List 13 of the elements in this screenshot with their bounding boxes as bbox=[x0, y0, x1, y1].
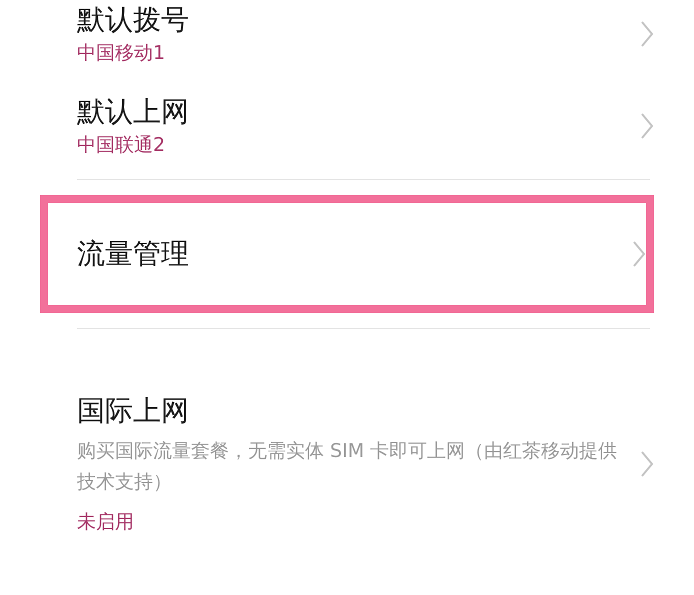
setting-status: 中国联通2 bbox=[77, 133, 166, 158]
setting-title: 默认上网 bbox=[77, 94, 189, 130]
chevron-right-icon bbox=[640, 450, 654, 478]
setting-status: 中国移动1 bbox=[77, 41, 166, 66]
setting-title: 流量管理 bbox=[77, 236, 189, 272]
chevron-right-icon bbox=[640, 20, 654, 48]
setting-title: 国际上网 bbox=[77, 393, 190, 429]
highlight-frame[interactable]: 流量管理 bbox=[40, 195, 654, 313]
setting-title: 默认拨号 bbox=[77, 2, 189, 38]
chevron-right-icon bbox=[640, 112, 654, 140]
setting-description: 购买国际流量套餐，无需实体 SIM 卡即可上网（由红茶移动提供技术支持） bbox=[77, 439, 618, 495]
setting-status: 未启用 bbox=[77, 510, 135, 535]
chevron-right-icon bbox=[632, 240, 646, 268]
